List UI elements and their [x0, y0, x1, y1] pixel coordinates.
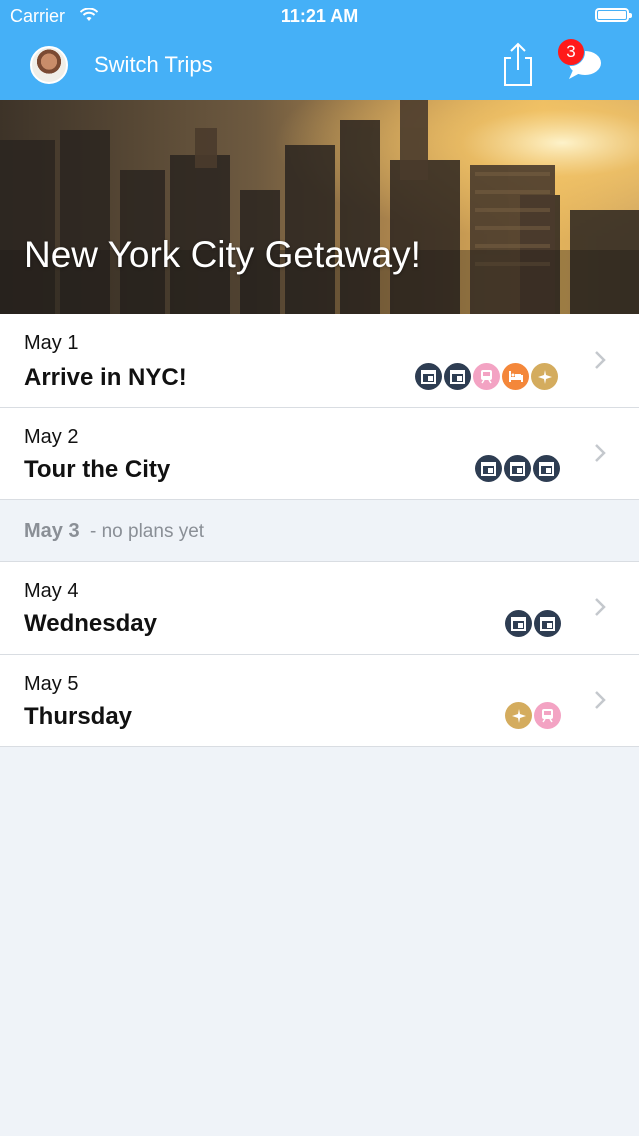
train-icon [473, 363, 500, 390]
day-activity-icons [475, 455, 560, 483]
day-title: Tour the City [24, 456, 171, 483]
chevron-right-icon [595, 444, 606, 462]
day-row-may-1[interactable]: May 1 Arrive in NYC! [0, 314, 639, 408]
day-date: May 3 [24, 520, 80, 542]
plane-icon [505, 702, 532, 729]
battery-icon [595, 8, 632, 22]
calendar-icon [533, 455, 560, 482]
clock: 11:21 AM [280, 6, 359, 26]
day-activity-icons [505, 610, 561, 638]
chevron-right-icon [595, 351, 606, 369]
navigation-bar: Switch Trips 3 [0, 34, 639, 100]
day-row-may-3-empty: May 3 - no plans yet [0, 500, 639, 562]
day-row-may-4[interactable]: May 4 Wednesday [0, 562, 639, 655]
day-title: Arrive in NYC! [24, 364, 187, 391]
avatar[interactable] [30, 46, 68, 84]
calendar-icon [444, 363, 471, 390]
plane-icon [531, 363, 558, 390]
day-activity-icons [415, 363, 558, 391]
no-plans-note: - no plans yet [90, 521, 205, 542]
trip-title: New York City Getaway! [24, 234, 421, 275]
chevron-right-icon [595, 691, 606, 709]
share-icon[interactable] [500, 40, 536, 88]
calendar-icon [415, 363, 442, 390]
train-icon [534, 702, 561, 729]
day-row-may-5[interactable]: May 5 Thursday [0, 655, 639, 747]
day-date: May 5 [24, 673, 79, 695]
day-date: May 2 [24, 426, 79, 448]
status-bar: Carrier 11:21 AM [0, 0, 639, 34]
chevron-right-icon [595, 598, 606, 616]
hotel-icon [502, 363, 529, 390]
day-date: May 4 [24, 580, 79, 602]
day-date: May 1 [24, 332, 79, 354]
day-row-may-2[interactable]: May 2 Tour the City [0, 408, 639, 500]
day-title: Wednesday [24, 610, 157, 637]
trip-header-image: New York City Getaway! [0, 100, 639, 314]
notification-badge: 3 [557, 38, 585, 66]
day-activity-icons [505, 702, 561, 730]
calendar-icon [505, 610, 532, 637]
day-title: Thursday [24, 703, 133, 730]
switch-trips-button[interactable]: Switch Trips [94, 52, 213, 78]
calendar-icon [475, 455, 502, 482]
calendar-icon [534, 610, 561, 637]
calendar-icon [504, 455, 531, 482]
